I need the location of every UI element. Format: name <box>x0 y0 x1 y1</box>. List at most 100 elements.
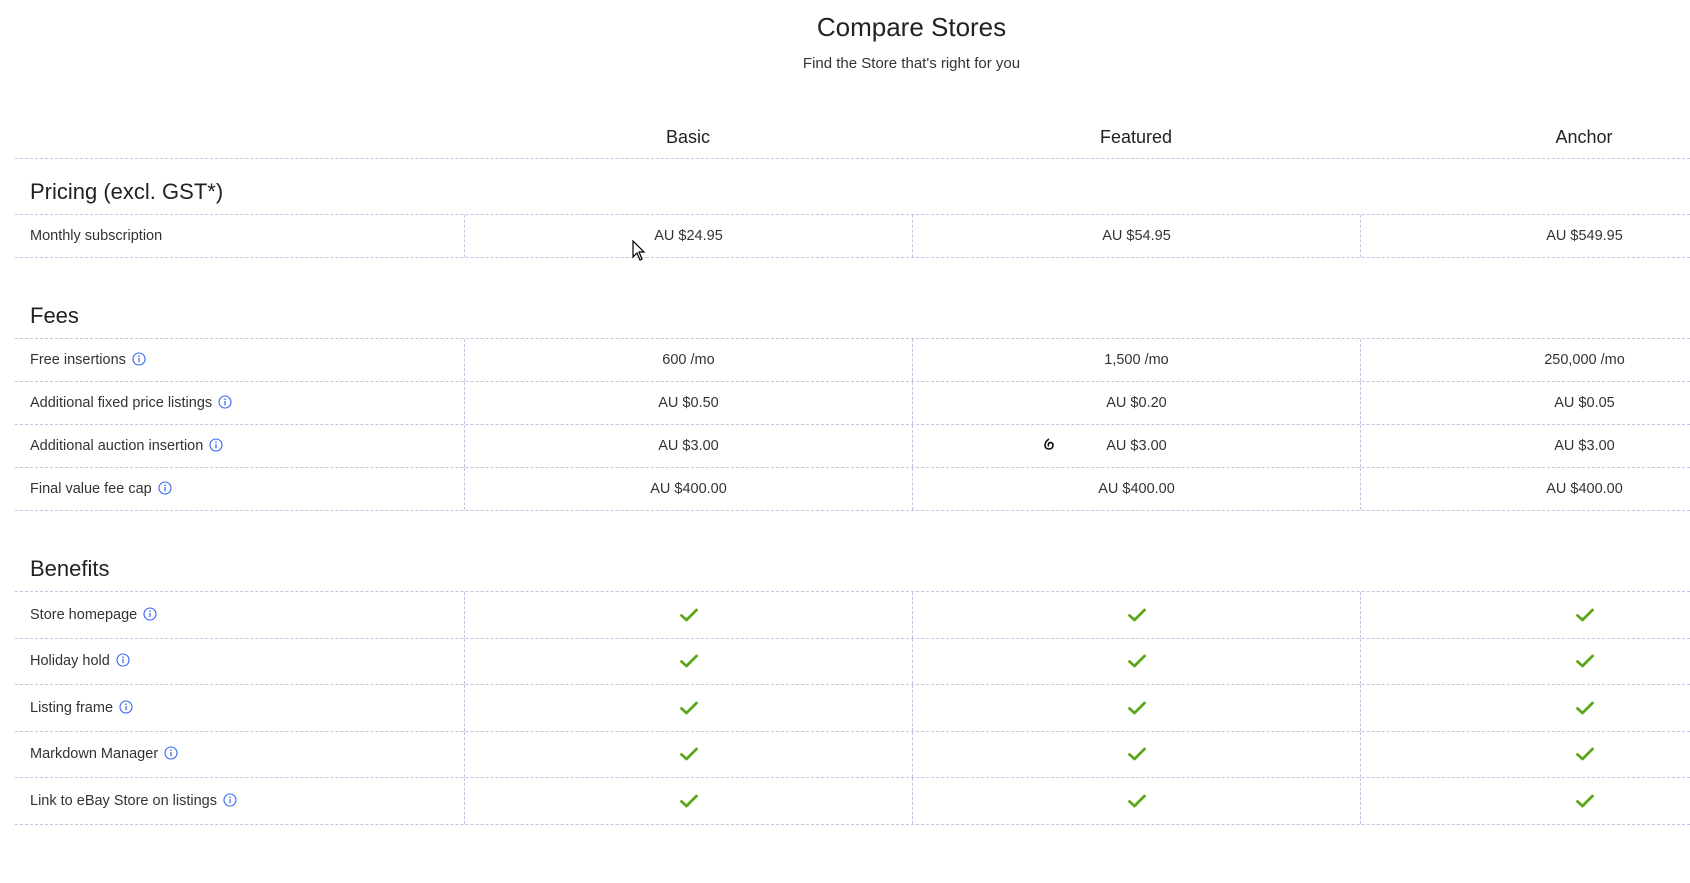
checkmark-icon <box>679 701 698 715</box>
cell-value: AU $0.20 <box>1106 395 1167 411</box>
row-label-text: Link to eBay Store on listings <box>30 792 217 809</box>
cell-anchor <box>1360 592 1690 638</box>
table-row: Holiday hold <box>15 638 1690 685</box>
cell-featured: AU $0.20 <box>912 382 1360 424</box>
cell-value: 600 /mo <box>662 352 715 368</box>
row-label-text: Final value fee cap <box>30 481 152 497</box>
info-circle-icon[interactable] <box>209 438 223 452</box>
cell-basic <box>464 638 912 684</box>
checkmark-icon <box>1127 608 1146 622</box>
cell-value: AU $549.95 <box>1546 228 1623 244</box>
compare-stores-page: Compare Stores Find the Store that's rig… <box>0 0 1690 883</box>
section-pricing: Monthly subscription AU $24.95 AU $54.95 AU… <box>15 215 1690 258</box>
checkmark-icon <box>679 747 698 761</box>
cell-basic <box>464 592 912 638</box>
cell-featured: AU $400.00 <box>912 468 1360 510</box>
cell-featured: 1,500 /mo <box>912 339 1360 381</box>
info-circle-icon[interactable] <box>132 352 146 366</box>
checkmark-icon <box>1127 794 1146 808</box>
table-row: Additional auction insertion AU $3.00 AU $… <box>15 425 1690 468</box>
cell-value: AU $0.50 <box>658 395 719 411</box>
cell-basic: AU $0.50 <box>464 382 912 424</box>
row-label: Additional auction insertion <box>30 425 223 467</box>
cell-value: AU $54.95 <box>1102 228 1171 244</box>
cell-featured <box>912 592 1360 638</box>
cell-anchor: AU $3.00 <box>1360 425 1690 467</box>
section-benefits: Store homepage Holiday hold Listing frame M… <box>15 592 1690 825</box>
table-row: Listing frame <box>15 685 1690 732</box>
cell-basic <box>464 778 912 824</box>
cell-value: AU $3.00 <box>658 438 719 454</box>
table-row: Additional fixed price listings AU $0.50 A… <box>15 382 1690 425</box>
row-label-text: Listing frame <box>30 699 114 716</box>
cell-anchor <box>1360 731 1690 777</box>
row-label-text: Markdown Manager <box>30 746 159 763</box>
cell-featured <box>912 638 1360 684</box>
plan-featured-header: Featured <box>1099 127 1173 147</box>
mouse-pointer-icon <box>632 240 646 261</box>
cell-basic <box>464 731 912 777</box>
checkmark-icon <box>1575 794 1594 808</box>
info-circle-icon[interactable] <box>158 481 172 495</box>
row-label-text: Free insertions <box>30 352 126 368</box>
plan-header-row: Basic Featured Anchor <box>15 115 1690 159</box>
row-label-text: Holiday hold <box>30 653 110 670</box>
cell-anchor <box>1360 778 1690 824</box>
plan-anchor-header: Anchor <box>1555 127 1613 147</box>
comparison-table: Basic Featured Anchor Pricing (excl. GST… <box>15 115 1690 825</box>
cell-basic: AU $24.95 <box>464 215 912 257</box>
row-label: Store homepage <box>30 592 157 638</box>
row-label: Listing frame <box>30 685 133 731</box>
checkmark-icon <box>679 654 698 668</box>
row-label-text: Additional fixed price listings <box>30 395 213 411</box>
cell-anchor <box>1360 638 1690 684</box>
section-title-pricing: Pricing (excl. GST*) <box>15 159 1690 215</box>
section-title-benefits: Benefits <box>15 536 1690 592</box>
cell-basic: AU $400.00 <box>464 468 912 510</box>
cell-anchor <box>1360 685 1690 731</box>
cell-value: 1,500 /mo <box>1104 352 1169 368</box>
cell-value: 250,000 /mo <box>1544 352 1625 368</box>
checkmark-icon <box>1127 747 1146 761</box>
table-row: Final value fee cap AU $400.00 AU $400.00 A… <box>15 468 1690 511</box>
checkmark-icon <box>1575 747 1594 761</box>
cell-featured: AU $54.95 <box>912 215 1360 257</box>
plan-basic-header: Basic <box>665 127 710 147</box>
loading-icon <box>1044 438 1054 450</box>
cell-featured <box>912 685 1360 731</box>
cell-featured <box>912 778 1360 824</box>
cell-anchor: 250,000 /mo <box>1360 339 1690 381</box>
row-label: Markdown Manager <box>30 732 178 778</box>
checkmark-icon <box>1575 654 1594 668</box>
cell-value: AU $3.00 <box>1106 438 1167 454</box>
checkmark-icon <box>1575 701 1594 715</box>
cell-featured: AU $3.00 <box>912 425 1360 467</box>
cell-value: AU $400.00 <box>650 481 727 497</box>
row-label: Final value fee cap <box>30 468 172 510</box>
info-circle-icon[interactable] <box>116 653 130 667</box>
row-label: Link to eBay Store on listings <box>30 778 237 824</box>
checkmark-icon <box>1127 654 1146 668</box>
row-label-text: Store homepage <box>30 606 138 623</box>
page-title: Compare Stores <box>816 12 1007 42</box>
cell-basic: AU $3.00 <box>464 425 912 467</box>
row-label: Monthly subscription <box>30 215 162 257</box>
table-row: Monthly subscription AU $24.95 AU $54.95 AU… <box>15 215 1690 258</box>
info-circle-icon[interactable] <box>143 607 157 621</box>
checkmark-icon <box>679 794 698 808</box>
cell-value: AU $0.05 <box>1554 395 1615 411</box>
cell-basic <box>464 685 912 731</box>
section-fees: Free insertions 600 /mo 1,500 /mo 250,000 /… <box>15 339 1690 511</box>
table-row: Link to eBay Store on listings <box>15 778 1690 825</box>
info-circle-icon[interactable] <box>164 746 178 760</box>
info-circle-icon[interactable] <box>119 700 133 714</box>
info-circle-icon[interactable] <box>223 793 237 807</box>
cell-anchor: AU $400.00 <box>1360 468 1690 510</box>
info-circle-icon[interactable] <box>218 395 232 409</box>
checkmark-icon <box>679 608 698 622</box>
cell-anchor: AU $0.05 <box>1360 382 1690 424</box>
section-title-fees: Fees <box>15 283 1690 339</box>
row-label: Additional fixed price listings <box>30 382 232 424</box>
cell-featured <box>912 731 1360 777</box>
cell-basic: 600 /mo <box>464 339 912 381</box>
